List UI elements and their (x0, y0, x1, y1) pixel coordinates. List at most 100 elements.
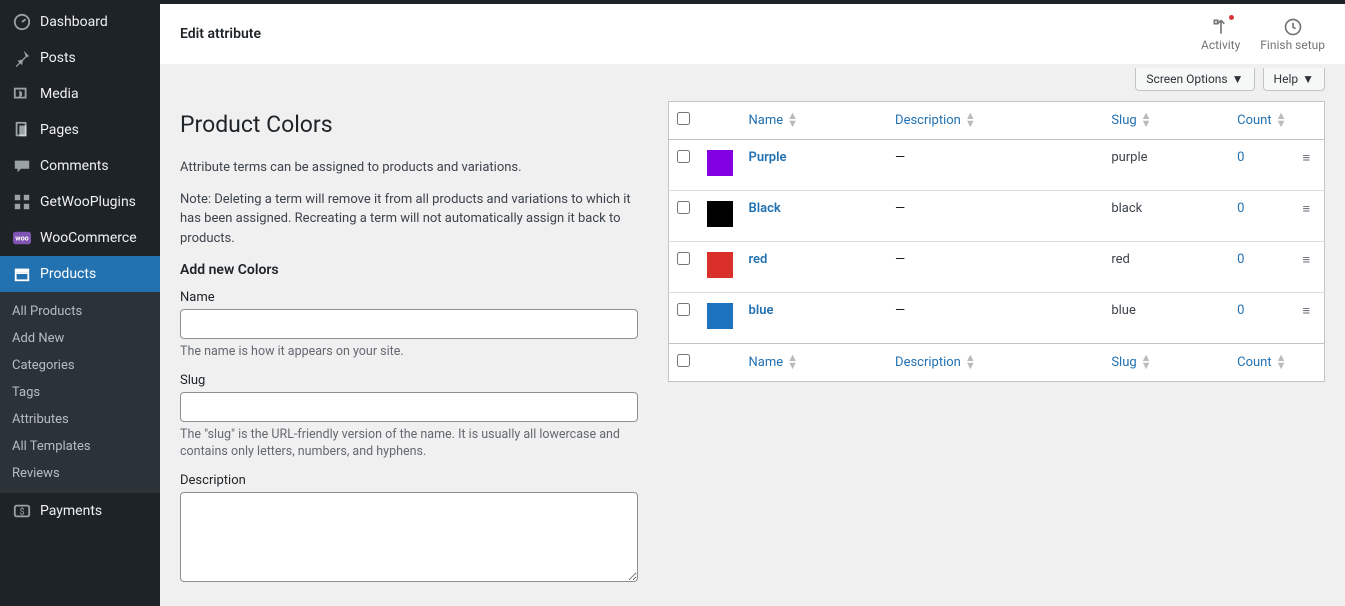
submenu-item-all-templates[interactable]: All Templates (0, 433, 160, 460)
col-description-footer[interactable]: Description▲▼ (887, 344, 1103, 382)
table-row: red — red 0 ≡ (669, 242, 1325, 293)
name-input[interactable] (180, 309, 638, 339)
sort-icon: ▲▼ (787, 354, 798, 370)
col-description[interactable]: Description▲▼ (887, 102, 1103, 140)
screen-options-tab[interactable]: Screen Options ▼ (1135, 68, 1254, 91)
term-description: — (895, 252, 905, 267)
sort-icon: ▲▼ (787, 112, 798, 128)
submenu-item-all-products[interactable]: All Products (0, 298, 160, 325)
grid-icon (12, 192, 32, 212)
dashboard-icon (12, 12, 32, 32)
row-checkbox[interactable] (677, 303, 690, 316)
clock-icon (1283, 16, 1303, 38)
page-heading: Product Colors (180, 111, 638, 138)
sidebar-item-woocommerce[interactable]: wooWooCommerce (0, 220, 160, 256)
col-slug-footer[interactable]: Slug▲▼ (1103, 344, 1229, 382)
term-count[interactable]: 0 (1237, 201, 1244, 216)
row-checkbox[interactable] (677, 201, 690, 214)
slug-label: Slug (180, 373, 638, 388)
woo-icon: woo (12, 228, 32, 248)
col-count-footer[interactable]: Count▲▼ (1229, 344, 1294, 382)
term-slug: black (1103, 191, 1229, 242)
sidebar-item-media[interactable]: Media (0, 76, 160, 112)
slug-input[interactable] (180, 392, 638, 422)
top-bar: Edit attribute Activity Finish setup (160, 4, 1345, 64)
submenu-item-add-new[interactable]: Add New (0, 325, 160, 352)
col-count[interactable]: Count▲▼ (1229, 102, 1294, 140)
term-name-link[interactable]: Purple (749, 150, 787, 165)
sort-icon: ▲▼ (1276, 354, 1287, 370)
term-slug: red (1103, 242, 1229, 293)
name-help: The name is how it appears on your site. (180, 343, 638, 361)
term-description: — (895, 150, 905, 165)
col-slug[interactable]: Slug▲▼ (1103, 102, 1229, 140)
sort-icon: ▲▼ (1141, 354, 1152, 370)
sidebar-item-pages[interactable]: Pages (0, 112, 160, 148)
color-swatch (707, 150, 733, 176)
col-name-footer[interactable]: Name▲▼ (741, 344, 888, 382)
sidebar-item-products[interactable]: Products (0, 256, 160, 292)
main-content: Edit attribute Activity Finish setup Scr… (160, 4, 1345, 606)
dollar-icon: $ (12, 501, 32, 521)
term-name-link[interactable]: Black (749, 201, 781, 216)
chevron-down-icon: ▼ (1232, 72, 1244, 86)
row-actions-icon[interactable]: ≡ (1295, 191, 1325, 242)
name-label: Name (180, 290, 638, 305)
archive-icon (12, 264, 32, 284)
select-all-checkbox[interactable] (677, 112, 690, 125)
table-row: Purple — purple 0 ≡ (669, 140, 1325, 191)
sort-icon: ▲▼ (965, 354, 976, 370)
term-count[interactable]: 0 (1237, 252, 1244, 267)
comment-icon (12, 156, 32, 176)
sidebar-item-dashboard[interactable]: Dashboard (0, 4, 160, 40)
term-count[interactable]: 0 (1237, 150, 1244, 165)
description-input[interactable] (180, 492, 638, 582)
submenu-item-reviews[interactable]: Reviews (0, 460, 160, 487)
svg-text:$: $ (19, 507, 24, 518)
sort-icon: ▲▼ (1141, 112, 1152, 128)
row-actions-icon[interactable]: ≡ (1295, 293, 1325, 344)
table-row: blue — blue 0 ≡ (669, 293, 1325, 344)
help-tab[interactable]: Help ▼ (1263, 68, 1325, 91)
activity-icon (1211, 16, 1231, 38)
chevron-down-icon: ▼ (1302, 72, 1314, 86)
col-name[interactable]: Name▲▼ (741, 102, 888, 140)
term-count[interactable]: 0 (1237, 303, 1244, 318)
sort-icon: ▲▼ (965, 112, 976, 128)
media-icon (12, 84, 32, 104)
row-checkbox[interactable] (677, 252, 690, 265)
pin-icon (12, 48, 32, 68)
row-actions-icon[interactable]: ≡ (1295, 140, 1325, 191)
row-checkbox[interactable] (677, 150, 690, 163)
term-name-link[interactable]: red (749, 252, 768, 267)
description-label: Description (180, 473, 638, 488)
note-text: Note: Deleting a term will remove it fro… (180, 190, 638, 249)
color-swatch (707, 201, 733, 227)
color-swatch (707, 303, 733, 329)
svg-text:woo: woo (15, 234, 28, 243)
sidebar-item-getwooplugins[interactable]: GetWooPlugins (0, 184, 160, 220)
add-heading: Add new Colors (180, 262, 638, 278)
term-name-link[interactable]: blue (749, 303, 774, 318)
term-slug: purple (1103, 140, 1229, 191)
activity-button[interactable]: Activity (1201, 16, 1240, 52)
submenu-item-attributes[interactable]: Attributes (0, 406, 160, 433)
finish-setup-button[interactable]: Finish setup (1260, 16, 1325, 52)
term-slug: blue (1103, 293, 1229, 344)
term-description: — (895, 303, 905, 318)
slug-help: The "slug" is the URL-friendly version o… (180, 426, 638, 461)
sidebar-item-posts[interactable]: Posts (0, 40, 160, 76)
intro-text: Attribute terms can be assigned to produ… (180, 158, 638, 178)
color-swatch (707, 252, 733, 278)
table-row: Black—black0≡ (669, 191, 1325, 242)
page-title-small: Edit attribute (180, 26, 261, 42)
pages-icon (12, 120, 32, 140)
sidebar-item-payments[interactable]: $Payments (0, 493, 160, 529)
select-all-checkbox-footer[interactable] (677, 354, 690, 367)
submenu-item-tags[interactable]: Tags (0, 379, 160, 406)
sort-icon: ▲▼ (1276, 112, 1287, 128)
terms-table: Name▲▼ Description▲▼ Slug▲▼ Count▲▼ Purp… (668, 101, 1325, 382)
sidebar-item-comments[interactable]: Comments (0, 148, 160, 184)
submenu-item-categories[interactable]: Categories (0, 352, 160, 379)
row-actions-icon[interactable]: ≡ (1295, 242, 1325, 293)
